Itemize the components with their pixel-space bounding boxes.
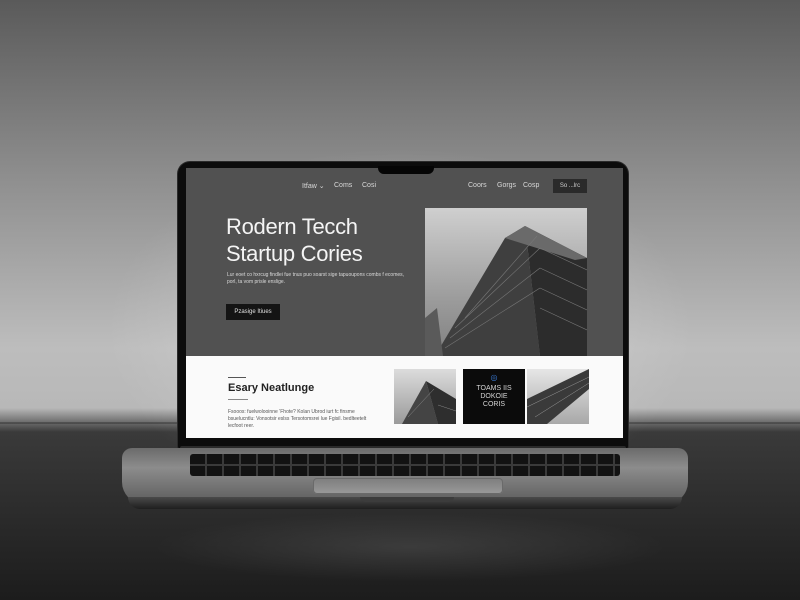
hero-title-line-1: Rodern Tecch: [226, 214, 358, 239]
nav-link-1[interactable]: Itfaw ⌄: [302, 182, 325, 190]
section-divider: [228, 399, 248, 400]
hero-title: Rodern Tecch Startup Cories: [226, 213, 426, 267]
nav-link-4[interactable]: Coors: [468, 182, 487, 189]
nav-link-6[interactable]: Cosp: [523, 182, 539, 189]
laptop-keyboard: [190, 454, 620, 476]
hero-cta-button[interactable]: Pzasige Itiues: [226, 304, 280, 320]
feature-card-3[interactable]: [527, 369, 589, 424]
laptop-screen: Itfaw ⌄ Coms Cosi Coors Gorgs Cosp So ..…: [186, 168, 623, 438]
hero-title-line-2: Startup Cories: [226, 241, 363, 266]
hero-building-image: [425, 208, 587, 356]
building-thumbnail: [402, 381, 456, 424]
nav-link-5[interactable]: Gorgs: [497, 182, 516, 189]
feature-card-2[interactable]: ◎ TOAMS IIS DOKOIE CORIS: [463, 369, 525, 424]
laptop-trackpad: [313, 478, 503, 494]
feature-card-1[interactable]: [394, 369, 456, 424]
features-section: Esary Neatlunge Fsooos: fuelwolooinne ‘F…: [186, 356, 623, 438]
lid-opening-notch: [360, 497, 454, 502]
hero-subtitle: Lur eoet co hxrcug findlei fue tnus puo …: [227, 272, 405, 285]
feature-card-2-text: TOAMS IIS DOKOIE CORIS: [476, 385, 512, 408]
skyscraper-illustration: [425, 226, 587, 356]
section-accent-line: [228, 377, 246, 378]
nav-cta-button[interactable]: So ...lrc: [553, 179, 587, 193]
desk-reflection: [150, 512, 670, 582]
section-text: Fsooos: fuelwolooinne ‘Fhote? Kolan Ubro…: [228, 409, 367, 429]
camera-notch: [378, 166, 434, 174]
section-title: Esary Neatlunge: [228, 382, 315, 394]
building-thumbnail-angled: [527, 369, 589, 424]
nav-link-3[interactable]: Cosi: [362, 182, 376, 189]
spiral-logo-icon: ◎: [490, 373, 498, 382]
nav-link-2[interactable]: Coms: [334, 182, 352, 189]
